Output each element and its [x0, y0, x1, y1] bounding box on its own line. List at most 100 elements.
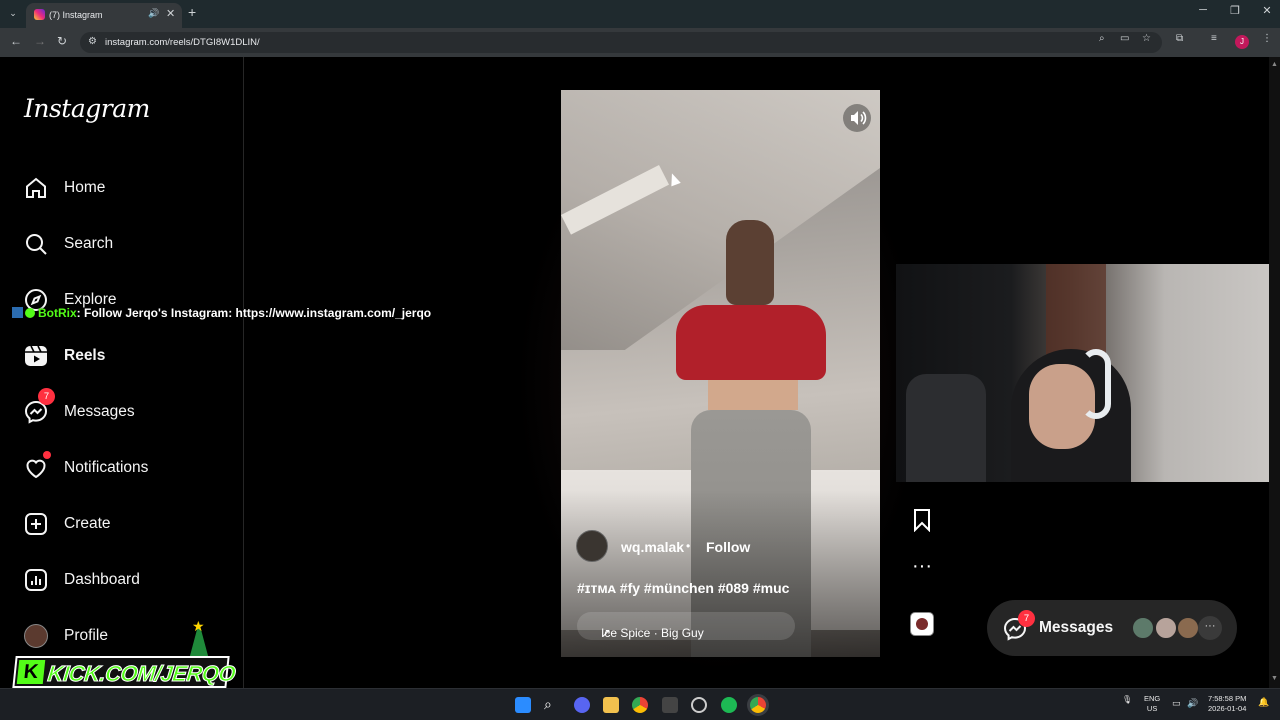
- extensions-icon[interactable]: ⧉: [1176, 33, 1183, 44]
- sidebar-item-label: Reels: [64, 347, 106, 364]
- language-indicator[interactable]: ENG US: [1144, 694, 1160, 714]
- tab-audio-icon[interactable]: 🔊: [148, 8, 159, 19]
- sidebar-item-search[interactable]: Search: [24, 228, 113, 260]
- chrome-menu-icon[interactable]: ⋮: [1262, 33, 1272, 44]
- sidebar-item-label: Home: [64, 179, 106, 196]
- clock[interactable]: 7:58:58 PM 2026-01-04: [1208, 694, 1246, 714]
- site-info-icon[interactable]: ⚙: [88, 36, 97, 47]
- reel-author-avatar[interactable]: [576, 530, 608, 562]
- original-audio-thumbnail[interactable]: [910, 612, 934, 636]
- profile-avatar: [24, 624, 48, 648]
- sidebar-item-messages[interactable]: 7 Messages: [24, 388, 135, 428]
- sidebar-item-notifications[interactable]: Notifications: [24, 451, 148, 484]
- reload-icon[interactable]: ↻: [57, 34, 67, 48]
- scroll-up-arrow-icon[interactable]: ▲: [1271, 61, 1278, 68]
- webcam-headphones: [1081, 349, 1111, 419]
- tab-title: (7) Instagram: [49, 10, 103, 20]
- heart-icon: [26, 459, 46, 479]
- chrome-active-icon[interactable]: [750, 697, 766, 713]
- back-arrow-icon[interactable]: ←: [10, 34, 22, 48]
- instagram-favicon-icon: [34, 9, 45, 20]
- tab-close-icon[interactable]: ✕: [166, 7, 175, 20]
- messages-floating-button[interactable]: 7 Messages ···: [987, 600, 1237, 656]
- reels-icon: [25, 345, 47, 366]
- page-scrollbar[interactable]: ▲ ▼: [1269, 57, 1280, 688]
- language-code: ENG: [1144, 694, 1161, 703]
- sidebar-item-reels[interactable]: Reels: [24, 340, 105, 372]
- bookmark-star-icon[interactable]: ☆: [1142, 33, 1151, 44]
- messages-pill-badge: 7: [1018, 610, 1035, 627]
- url-text: instagram.com/reels/DTGI8W1DLIN/: [105, 37, 260, 48]
- volume-button[interactable]: [843, 104, 871, 132]
- media-controls-icon[interactable]: ≡: [1211, 33, 1217, 44]
- spotify-icon[interactable]: [721, 697, 737, 713]
- sidebar-item-home[interactable]: Home: [24, 172, 105, 204]
- reel-author-username[interactable]: wq.malak: [621, 539, 684, 555]
- network-icon[interactable]: ▭: [1172, 698, 1188, 714]
- messages-badge: 7: [38, 388, 55, 405]
- discord-icon[interactable]: [574, 697, 590, 713]
- bookmark-icon: [914, 509, 930, 533]
- chat-text: : Follow Jerqo's Instagram: https://www.…: [76, 306, 432, 320]
- minimize-button[interactable]: ─: [1196, 4, 1210, 17]
- browser-tab-bar: ⌄ (7) Instagram 🔊 ✕ + ─ ❐ ✕: [0, 0, 1280, 28]
- sidebar-item-label: Messages: [64, 403, 135, 420]
- video-person-top: [676, 305, 826, 380]
- app-icon[interactable]: [662, 697, 678, 713]
- sidebar-item-label: Profile: [64, 627, 108, 644]
- conversation-avatar: [1176, 616, 1200, 640]
- follow-button[interactable]: Follow: [706, 539, 750, 555]
- cast-icon[interactable]: ▭: [1120, 33, 1129, 44]
- save-button[interactable]: [910, 508, 934, 533]
- sidebar: Instagram Home Search Explore Reels 7 Me…: [0, 57, 244, 688]
- kick-banner-text: KICK.COM/JERQO: [46, 661, 237, 687]
- chrome-profile-avatar[interactable]: J: [1235, 35, 1249, 49]
- verified-badge-icon: [25, 308, 35, 318]
- obs-icon[interactable]: [691, 697, 707, 713]
- moderator-badge-icon: [12, 307, 23, 318]
- kick-channel-banner: K KICK.COM/JERQO: [12, 656, 237, 688]
- sidebar-item-label: Notifications: [64, 459, 149, 476]
- video-person-head: [726, 220, 774, 305]
- new-tab-button[interactable]: +: [188, 4, 196, 20]
- tab-search-button[interactable]: ⌄: [5, 5, 21, 21]
- sidebar-item-profile[interactable]: Profile: [24, 620, 108, 652]
- browser-toolbar: ← → ↻ ⚙ instagram.com/reels/DTGI8W1DLIN/…: [0, 28, 1280, 57]
- window-close-button[interactable]: ✕: [1260, 4, 1274, 17]
- home-icon: [26, 177, 46, 198]
- clock-date: 2026-01-04: [1208, 704, 1247, 713]
- microphone-icon[interactable]: 🎙: [1122, 695, 1132, 704]
- reel-audio-label: Ice Spice · Big Guy: [601, 626, 704, 640]
- video-person-waist: [708, 380, 798, 410]
- more-options-icon[interactable]: ···: [909, 556, 935, 584]
- clock-time: 7:58:58 PM: [1208, 694, 1247, 703]
- reel-video[interactable]: [561, 90, 880, 657]
- star-icon: ★: [192, 618, 205, 634]
- sidebar-item-create[interactable]: Create: [24, 508, 111, 540]
- taskbar-search-icon[interactable]: ⌕: [544, 697, 560, 713]
- address-bar[interactable]: ⚙ instagram.com/reels/DTGI8W1DLIN/: [80, 32, 1162, 53]
- chart-icon: [25, 569, 47, 591]
- reel-audio-link[interactable]: ↗ Ice Spice · Big Guy: [577, 612, 795, 640]
- forward-arrow-icon[interactable]: →: [34, 34, 46, 48]
- more-conversations-icon[interactable]: ···: [1198, 616, 1222, 640]
- sidebar-item-label: Search: [64, 235, 114, 252]
- reel-caption: #ɪᴛᴍᴀ #fy #münchen #089 #muc: [577, 580, 790, 596]
- messages-pill-label: Messages: [1039, 619, 1114, 636]
- file-explorer-icon[interactable]: [603, 697, 619, 713]
- chat-username: BotRix: [38, 306, 77, 320]
- chrome-icon[interactable]: [632, 697, 648, 713]
- volume-icon[interactable]: 🔊: [1187, 698, 1203, 714]
- sidebar-item-dashboard[interactable]: Dashboard: [24, 564, 140, 596]
- windows-start-icon[interactable]: [515, 697, 531, 713]
- window-controls: ─ ❐ ✕: [1196, 4, 1274, 17]
- plus-square-icon: [25, 513, 47, 535]
- browser-tab-instagram[interactable]: (7) Instagram 🔊 ✕: [26, 3, 182, 28]
- instagram-logo[interactable]: Instagram: [24, 94, 150, 123]
- scroll-down-arrow-icon[interactable]: ▼: [1271, 675, 1278, 682]
- restore-button[interactable]: ❐: [1228, 4, 1242, 17]
- notification-bell-icon[interactable]: 🔔: [1258, 697, 1274, 713]
- stream-chat-message: BotRix: Follow Jerqo's Instagram: https:…: [12, 306, 431, 320]
- zoom-icon[interactable]: ⌕: [1099, 33, 1105, 44]
- sidebar-item-label: Dashboard: [64, 571, 140, 588]
